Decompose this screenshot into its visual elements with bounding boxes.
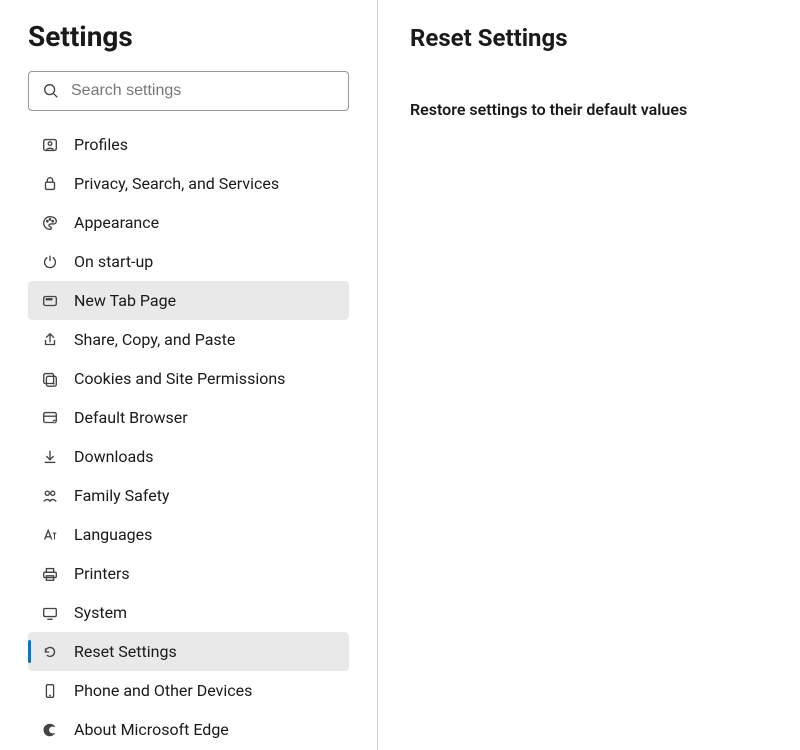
main-content: Reset Settings Restore settings to their…	[378, 0, 800, 750]
browser-icon	[40, 408, 60, 428]
sidebar-item-about[interactable]: About Microsoft Edge	[28, 710, 349, 749]
sidebar-item-cookies[interactable]: Cookies and Site Permissions	[28, 359, 349, 398]
profile-icon	[40, 135, 60, 155]
sidebar-item-printers[interactable]: Printers	[28, 554, 349, 593]
sidebar-item-label: Phone and Other Devices	[74, 681, 252, 700]
search-input[interactable]	[71, 82, 336, 100]
sidebar-item-label: Family Safety	[74, 486, 170, 505]
restore-defaults-label: Restore settings to their default values	[410, 100, 687, 119]
system-icon	[40, 603, 60, 623]
power-icon	[40, 252, 60, 272]
sidebar-item-privacy[interactable]: Privacy, Search, and Services	[28, 164, 349, 203]
sidebar-item-startup[interactable]: On start-up	[28, 242, 349, 281]
search-box[interactable]	[28, 71, 349, 111]
sidebar-item-label: Cookies and Site Permissions	[74, 369, 285, 388]
search-icon	[41, 81, 61, 101]
sidebar-item-reset[interactable]: Reset Settings	[28, 632, 349, 671]
sidebar-item-phone[interactable]: Phone and Other Devices	[28, 671, 349, 710]
printer-icon	[40, 564, 60, 584]
sidebar-title: Settings	[0, 20, 377, 71]
share-icon	[40, 330, 60, 350]
newtab-icon	[40, 291, 60, 311]
edge-icon	[40, 720, 60, 740]
sidebar-item-label: New Tab Page	[74, 291, 176, 310]
sidebar-item-newtab[interactable]: New Tab Page	[28, 281, 349, 320]
palette-icon	[40, 213, 60, 233]
sidebar-item-label: Downloads	[74, 447, 153, 466]
sidebar-item-label: Printers	[74, 564, 130, 583]
sidebar-item-system[interactable]: System	[28, 593, 349, 632]
sidebar-item-appearance[interactable]: Appearance	[28, 203, 349, 242]
sidebar-item-label: Reset Settings	[74, 642, 177, 661]
language-icon	[40, 525, 60, 545]
sidebar: Settings Profiles Privacy, Search, and S…	[0, 0, 378, 750]
download-icon	[40, 447, 60, 467]
reset-icon	[40, 642, 60, 662]
sidebar-item-label: Languages	[74, 525, 152, 544]
sidebar-item-languages[interactable]: Languages	[28, 515, 349, 554]
sidebar-item-label: Profiles	[74, 135, 128, 154]
page-title: Reset Settings	[410, 24, 768, 52]
sidebar-item-label: About Microsoft Edge	[74, 720, 229, 739]
nav-list: Profiles Privacy, Search, and Services A…	[0, 125, 377, 749]
sidebar-item-label: Privacy, Search, and Services	[74, 174, 279, 193]
family-icon	[40, 486, 60, 506]
sidebar-item-profiles[interactable]: Profiles	[28, 125, 349, 164]
sidebar-item-label: System	[74, 603, 127, 622]
sidebar-item-downloads[interactable]: Downloads	[28, 437, 349, 476]
cookies-icon	[40, 369, 60, 389]
sidebar-item-label: Appearance	[74, 213, 159, 232]
sidebar-item-label: Share, Copy, and Paste	[74, 330, 235, 349]
sidebar-item-share[interactable]: Share, Copy, and Paste	[28, 320, 349, 359]
lock-icon	[40, 174, 60, 194]
sidebar-item-label: On start-up	[74, 252, 153, 271]
phone-icon	[40, 681, 60, 701]
restore-defaults-row[interactable]: Restore settings to their default values	[410, 100, 768, 119]
sidebar-item-defaultbrowser[interactable]: Default Browser	[28, 398, 349, 437]
sidebar-item-family[interactable]: Family Safety	[28, 476, 349, 515]
sidebar-item-label: Default Browser	[74, 408, 188, 427]
search-wrapper	[0, 71, 377, 125]
